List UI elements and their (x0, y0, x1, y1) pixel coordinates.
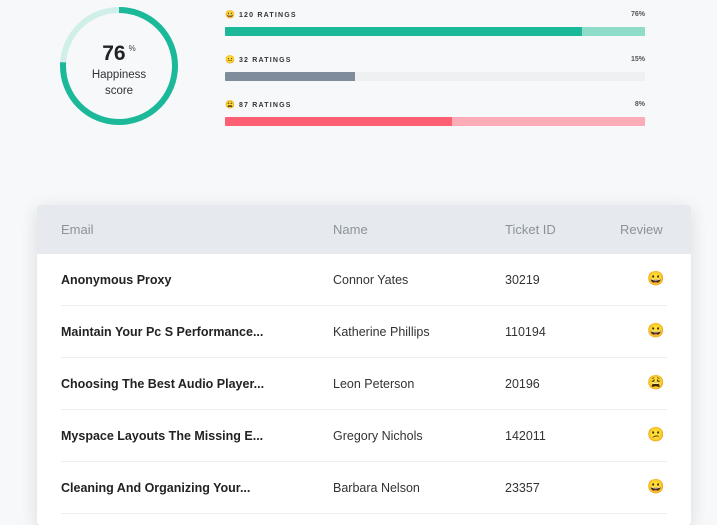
cell-name: Katherine Phillips (333, 325, 430, 339)
table-row[interactable]: Anonymous Proxy Connor Yates 30219 😀 (61, 254, 667, 306)
rating-bar (225, 117, 645, 126)
rating-bar-fill (225, 117, 452, 126)
header-name[interactable]: Name (333, 222, 368, 237)
table-row[interactable]: Myspace Layouts The Missing E... Gregory… (61, 410, 667, 462)
cell-email: Choosing The Best Audio Player... (61, 377, 265, 391)
rating-bar (225, 72, 645, 81)
review-emoji-icon: 😀 (647, 270, 665, 286)
score-label-line1: Happiness (91, 69, 147, 81)
tickets-table: Email Name Ticket ID Review Anonymous Pr… (37, 205, 691, 525)
table-row[interactable]: Cleaning And Organizing Your... Barbara … (61, 462, 667, 514)
rating-emoji-icon: 😩 (225, 99, 235, 109)
rating-count: 😐 32 RATINGS (225, 55, 292, 64)
cell-ticket-id: 142011 (505, 429, 546, 443)
cell-ticket-id: 30219 (505, 273, 540, 287)
header-email[interactable]: Email (61, 222, 94, 237)
table-header: Email Name Ticket ID Review (37, 205, 691, 254)
table-row[interactable]: Maintain Your Pc S Performance... Kather… (61, 306, 667, 358)
header-ticket-id[interactable]: Ticket ID (505, 222, 556, 237)
rating-percent: 76% (630, 10, 645, 18)
score-value: 76 (102, 42, 126, 65)
cell-email: Maintain Your Pc S Performance... (61, 325, 264, 339)
rating-group: 😩 87 RATINGS 8% (225, 98, 645, 126)
cell-name: Connor Yates (333, 273, 409, 287)
cell-ticket-id: 23357 (505, 481, 540, 495)
rating-bar-rest (451, 117, 645, 126)
review-emoji-icon: 😀 (647, 478, 665, 494)
rating-emoji-icon: 😀 (225, 9, 235, 19)
rating-bar-fill (225, 27, 582, 36)
rating-count-label: 32 RATINGS (238, 56, 292, 64)
review-emoji-icon: 😕 (647, 426, 665, 442)
rating-bar (225, 27, 645, 36)
rating-emoji-icon: 😐 (225, 54, 235, 64)
cell-email: Cleaning And Organizing Your... (61, 481, 251, 495)
cell-email: Myspace Layouts The Missing E... (61, 429, 264, 443)
cell-name: Leon Peterson (333, 377, 415, 391)
rating-bar-rest (355, 72, 645, 81)
score-percent-sign: % (128, 44, 136, 53)
rating-count-label: 120 RATINGS (238, 11, 297, 19)
rating-count-label: 87 RATINGS (238, 101, 292, 109)
rating-percent: 15% (630, 55, 645, 63)
header-review[interactable]: Review (620, 222, 663, 237)
rating-count: 😩 87 RATINGS (225, 100, 292, 109)
cell-ticket-id: 20196 (505, 377, 540, 391)
cell-name: Gregory Nichols (333, 429, 423, 443)
review-emoji-icon: 😀 (647, 322, 665, 338)
rating-bar-rest (582, 27, 645, 36)
review-emoji-icon: 😩 (647, 374, 665, 390)
table-row[interactable]: Choosing The Best Audio Player... Leon P… (61, 358, 667, 410)
rating-percent: 8% (634, 100, 645, 108)
rating-bar-fill (225, 72, 356, 81)
cell-ticket-id: 110194 (505, 325, 546, 339)
score-label-line2: score (104, 85, 134, 97)
rating-group: 😐 32 RATINGS 15% (225, 53, 645, 81)
cell-name: Barbara Nelson (333, 481, 420, 495)
happiness-score: 76% Happiness score (59, 42, 179, 98)
cell-email: Anonymous Proxy (61, 273, 172, 287)
rating-count: 😀 120 RATINGS (225, 10, 297, 19)
rating-group: 😀 120 RATINGS 76% (225, 8, 645, 36)
